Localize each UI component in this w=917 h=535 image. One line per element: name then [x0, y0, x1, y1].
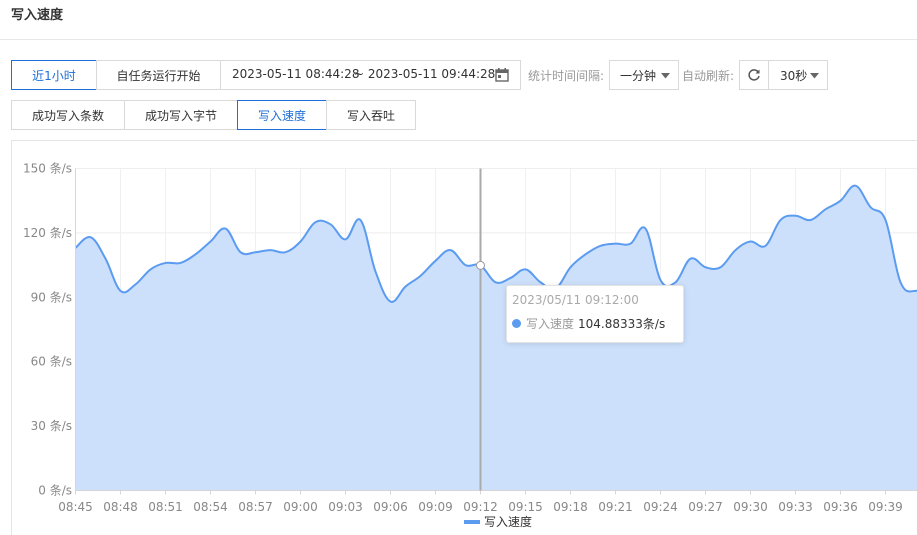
write-speed-chart[interactable]: 0 条/s 30 条/s 60 条/s 90 条/s 120 条/s 150 条/s 08…: [0, 0, 917, 535]
x-tick-label: 09:30: [733, 500, 768, 514]
x-tick-label: 08:45: [58, 500, 93, 514]
x-tick-label: 09:39: [868, 500, 903, 514]
x-tick-label: 09:21: [598, 500, 633, 514]
x-tick-label: 09:09: [418, 500, 453, 514]
tooltip-value: 104.88333条/s: [578, 317, 666, 331]
x-tick-label: 09:03: [328, 500, 363, 514]
chart-legend[interactable]: 写入速度: [464, 513, 532, 530]
tooltip-series-dot: [512, 319, 521, 328]
x-tick-label: 09:15: [508, 500, 543, 514]
y-tick-label: 90 条/s: [31, 290, 72, 304]
x-tick-label: 08:54: [193, 500, 228, 514]
y-tick-label: 120 条/s: [23, 226, 72, 240]
x-tick-label: 08:57: [238, 500, 273, 514]
chart-tooltip: 2023/05/11 09:12:00 写入速度 104.88333条/s: [506, 285, 684, 343]
x-tick-label: 09:00: [283, 500, 318, 514]
x-tick-label: 09:36: [823, 500, 858, 514]
x-tick-label: 09:06: [373, 500, 408, 514]
chart-y-axis: 0 条/s 30 条/s 60 条/s 90 条/s 120 条/s 150 条/s: [23, 162, 76, 498]
chart-x-axis: 08:45 08:48 08:51 08:54 08:57 09:00 09:03 09:06…: [58, 490, 917, 514]
x-tick-label: 08:51: [148, 500, 183, 514]
y-tick-label: 30 条/s: [31, 419, 72, 433]
y-tick-label: 60 条/s: [31, 355, 72, 369]
chart-area-layer: [74, 184, 917, 491]
tooltip-time: 2023/05/11 09:12:00: [512, 293, 639, 307]
tooltip-series-name: 写入速度: [526, 317, 575, 331]
x-tick-label: 09:24: [643, 500, 678, 514]
tooltip-row: 写入速度 104.88333条/s: [512, 315, 678, 332]
legend-series-name: 写入速度: [484, 515, 533, 529]
x-tick-label: 09:33: [778, 500, 813, 514]
x-tick-label: 09:18: [553, 500, 588, 514]
series-area-write-speed: [75, 185, 917, 491]
highlight-point: [476, 260, 485, 270]
legend-swatch: [464, 519, 480, 524]
y-tick-label: 150 条/s: [23, 162, 72, 176]
x-tick-label: 09:12: [463, 500, 498, 514]
x-tick-label: 08:48: [103, 500, 138, 514]
y-tick-label: 0 条/s: [38, 484, 72, 498]
x-tick-label: 09:27: [688, 500, 723, 514]
